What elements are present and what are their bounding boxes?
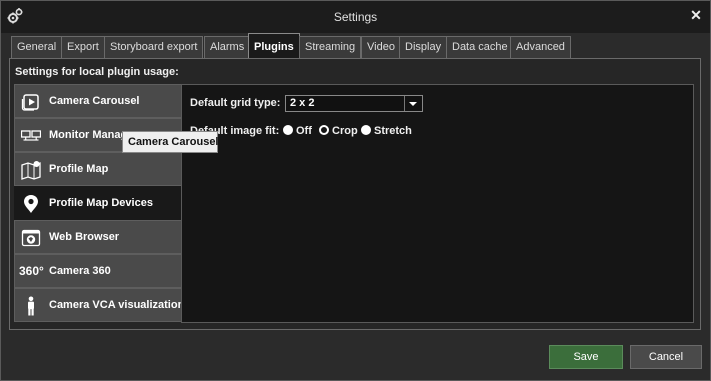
monitor-icon <box>20 126 42 146</box>
tab-alarms[interactable]: Alarms <box>204 36 251 58</box>
plugin-label: Camera 360 <box>49 265 111 277</box>
tab-advanced[interactable]: Advanced <box>510 36 571 58</box>
radio-indicator-icon <box>361 125 371 135</box>
cancel-button[interactable]: Cancel <box>630 345 702 369</box>
grid-type-select[interactable]: 2 x 2 <box>285 95 423 112</box>
plugin-item-camera-360[interactable]: 360° Camera 360 <box>14 254 182 288</box>
plugin-label: Profile Map <box>49 163 109 175</box>
settings-window: Settings ✕ General Export Storyboard exp… <box>0 0 711 381</box>
chevron-down-icon[interactable] <box>404 96 422 111</box>
person-icon <box>21 296 41 316</box>
plugin-label: Camera Carousel <box>49 95 140 107</box>
web-browser-icon <box>21 228 41 248</box>
tab-video[interactable]: Video <box>361 36 401 58</box>
grid-type-value: 2 x 2 <box>290 97 315 109</box>
camera-360-icon: 360° <box>19 264 44 278</box>
tab-plugins[interactable]: Plugins <box>248 33 300 58</box>
radio-indicator-icon <box>283 125 293 135</box>
map-icon <box>21 160 41 180</box>
radio-label: Stretch <box>374 125 412 137</box>
radio-label: Crop <box>332 125 358 137</box>
tab-export[interactable]: Export <box>61 36 105 58</box>
map-pin-icon <box>21 194 41 214</box>
tab-streaming[interactable]: Streaming <box>299 36 362 58</box>
plugins-panel: Settings for local plugin usage: Camera … <box>9 58 701 330</box>
grid-type-label: Default grid type: <box>190 97 281 109</box>
close-icon[interactable]: ✕ <box>688 7 704 23</box>
title-bar: Settings ✕ <box>1 1 710 33</box>
image-fit-stretch-radio[interactable]: Stretch <box>361 125 412 139</box>
image-fit-off-radio[interactable]: Off <box>283 125 312 139</box>
tab-general[interactable]: General <box>11 36 63 58</box>
tab-data-cache[interactable]: Data cache <box>446 36 514 58</box>
image-fit-crop-radio[interactable]: Crop <box>319 125 358 139</box>
plugin-label: Profile Map Devices <box>49 197 153 209</box>
radio-label: Off <box>296 125 312 137</box>
plugin-settings-area: Default grid type: 2 x 2 Default image f… <box>181 84 694 323</box>
radio-indicator-icon <box>319 125 329 135</box>
plugin-item-profile-map[interactable]: Profile Map <box>14 152 182 186</box>
plugin-item-profile-map-devices[interactable]: Profile Map Devices <box>14 186 184 220</box>
plugin-label: Camera VCA visualization <box>49 299 185 311</box>
camera-carousel-icon <box>21 92 41 112</box>
tooltip: Camera Carousel <box>122 131 219 153</box>
panel-heading: Settings for local plugin usage: <box>15 66 179 78</box>
save-button[interactable]: Save <box>549 345 623 369</box>
plugin-item-camera-carousel[interactable]: Camera Carousel <box>14 84 182 118</box>
tab-storyboard-export[interactable]: Storyboard export <box>104 36 204 58</box>
window-title: Settings <box>333 10 378 24</box>
plugin-label: Web Browser <box>49 231 120 243</box>
plugin-item-web-browser[interactable]: Web Browser <box>14 220 182 254</box>
plugin-item-camera-vca-visualization[interactable]: Camera VCA visualization <box>14 288 185 322</box>
tab-display[interactable]: Display <box>399 36 448 58</box>
